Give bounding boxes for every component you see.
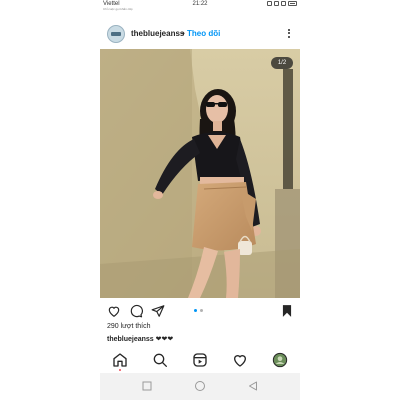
home-circle-icon[interactable]: [194, 380, 206, 392]
status-icons: [267, 1, 297, 6]
phone-screen: Viettel Chỉ cuộc gọi khẩn cấp 21:22 theb…: [100, 0, 300, 400]
heart-icon[interactable]: [107, 304, 121, 318]
share-icon[interactable]: [151, 304, 165, 318]
recents-square-icon[interactable]: [141, 380, 153, 392]
caption-username[interactable]: thebluejeanss: [107, 336, 154, 343]
carrier-sub-label: Chỉ cuộc gọi khẩn cấp: [103, 7, 133, 11]
image-counter: 1/2: [271, 57, 293, 69]
status-bar: Viettel Chỉ cuộc gọi khẩn cấp 21:22: [100, 0, 300, 12]
likes-count[interactable]: 290 lượt thích: [107, 323, 151, 330]
bottom-tab-bar: [100, 350, 300, 372]
caption: thebluejeanss ❤❤❤: [107, 335, 173, 343]
caption-text: ❤❤❤: [155, 336, 174, 343]
bookmark-icon[interactable]: [280, 304, 294, 318]
back-triangle-icon[interactable]: [247, 380, 259, 392]
post-header: thebluejeanss • Theo dõi: [100, 20, 300, 48]
post-photo[interactable]: 1/2: [100, 49, 300, 298]
follow-button[interactable]: Theo dõi: [187, 29, 220, 38]
brand-logo-icon: [111, 32, 121, 36]
profile-avatar-icon[interactable]: [272, 352, 288, 368]
battery-icon: [288, 1, 297, 6]
android-navigation-bar: [100, 373, 300, 400]
notification-dot: [119, 369, 121, 371]
wifi-icon: [281, 1, 286, 6]
separator-dot: •: [182, 29, 185, 38]
photo-image: [100, 49, 300, 298]
reels-icon[interactable]: [192, 352, 208, 368]
carousel-dot-active: [194, 309, 197, 312]
author-username[interactable]: thebluejeanss: [131, 29, 184, 38]
home-icon[interactable]: [112, 352, 128, 368]
action-bar: [100, 300, 300, 322]
more-options-icon[interactable]: [284, 26, 294, 40]
carousel-dot: [200, 309, 203, 312]
activity-icon[interactable]: [232, 352, 248, 368]
carousel-indicator: [194, 309, 203, 312]
author-avatar[interactable]: [107, 25, 125, 43]
comment-icon[interactable]: [129, 304, 143, 318]
search-icon[interactable]: [152, 352, 168, 368]
alarm-icon: [274, 1, 279, 6]
nfc-icon: [267, 1, 272, 6]
